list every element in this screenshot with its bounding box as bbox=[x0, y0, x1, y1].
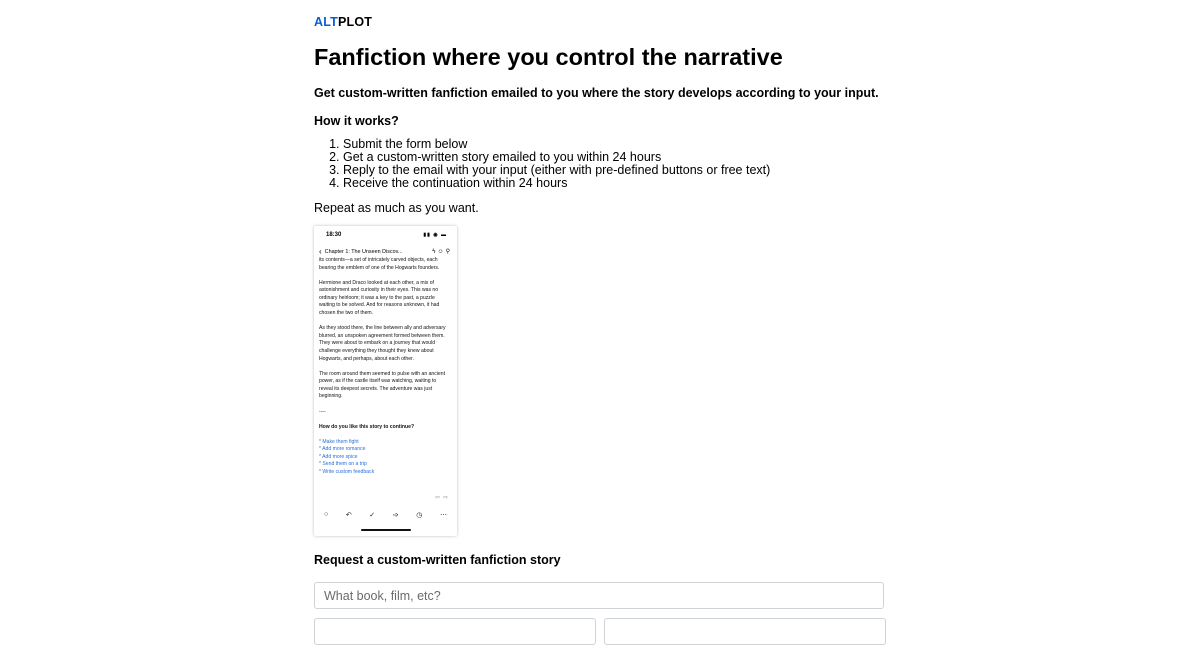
option-link: * Write custom feedback bbox=[319, 469, 375, 476]
reply-forward-arrows-icon: ⇦⇨ bbox=[434, 495, 451, 501]
how-it-works-heading: How it works? bbox=[314, 114, 399, 128]
phone-mail-header: ‹ Chapter 1: The Unseen Discov... ϟ☺⚲ bbox=[319, 247, 452, 256]
bolt-emoji-pin-icon: ϟ☺⚲ bbox=[432, 249, 452, 255]
phone-email-body: its contents—a set of intricately carved… bbox=[319, 257, 451, 477]
check-icon: ✓ bbox=[369, 512, 376, 519]
signal-wifi-battery-icon: ▮▮ ◉ ▬ bbox=[423, 232, 447, 238]
repeat-note: Repeat as much as you want. bbox=[314, 201, 479, 215]
option-link: * Add more spice bbox=[319, 453, 358, 460]
clock-icon: ◷ bbox=[416, 512, 423, 519]
story-paragraph: Hermione and Draco looked at each other,… bbox=[319, 279, 440, 317]
continue-question: How do you like this story to continue? bbox=[319, 423, 415, 430]
story-separator: ---- bbox=[319, 408, 326, 415]
page-subtitle: Get custom-written fanfiction emailed to… bbox=[314, 86, 879, 100]
back-chevron-icon: ‹ bbox=[319, 247, 322, 256]
logo-plot: PLOT bbox=[337, 15, 373, 29]
source-input[interactable] bbox=[314, 582, 884, 609]
story-paragraph: As they stood there, the line between al… bbox=[319, 325, 446, 362]
page-title: Fanfiction where you control the narrati… bbox=[314, 44, 783, 70]
home-indicator bbox=[361, 529, 411, 531]
phone-toolbar: ○ ↶ ✓ ➩ ◷ ⋯ bbox=[324, 511, 447, 519]
phone-email-subject: Chapter 1: The Unseen Discov... bbox=[324, 248, 403, 255]
request-form-heading: Request a custom-written fanfiction stor… bbox=[314, 553, 561, 567]
altplot-logo[interactable]: ALTPLOT bbox=[314, 15, 372, 29]
logo-alt: ALT bbox=[314, 15, 338, 29]
how-it-works-steps: Submit the form below Get a custom-writt… bbox=[314, 138, 770, 190]
forward-icon: ➩ bbox=[392, 512, 399, 519]
story-paragraph: its contents—a set of intricately carved… bbox=[319, 257, 440, 271]
story-paragraph: The room around them seemed to pulse wit… bbox=[319, 370, 446, 400]
reply-icon: ↶ bbox=[345, 512, 352, 519]
step-item: Receive the continuation within 24 hours bbox=[343, 177, 770, 190]
more-icon: ⋯ bbox=[439, 512, 447, 519]
option-link: * Send them on a trip bbox=[319, 461, 367, 468]
option-link: * Add more romance bbox=[319, 446, 366, 453]
circle-icon: ○ bbox=[324, 511, 329, 518]
phone-time: 18:30 bbox=[326, 232, 342, 238]
option-link: * Make them fight bbox=[319, 438, 359, 445]
phone-screenshot: 18:30 ▮▮ ◉ ▬ ‹ Chapter 1: The Unseen Dis… bbox=[314, 226, 457, 536]
form-field-left[interactable] bbox=[314, 618, 596, 645]
phone-status-bar: 18:30 ▮▮ ◉ ▬ bbox=[326, 232, 447, 238]
form-field-right[interactable] bbox=[604, 618, 886, 645]
